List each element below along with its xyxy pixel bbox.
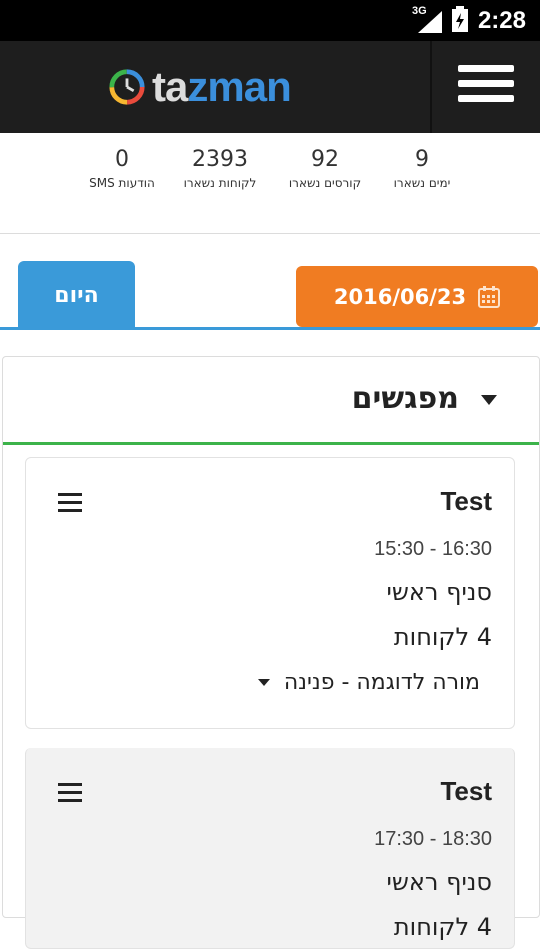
stat-sms-left: 0 הודעות SMS: [89, 147, 155, 190]
calendar-icon: [478, 285, 501, 308]
status-time: 2:28: [477, 6, 526, 34]
panel-header[interactable]: מפגשים: [3, 357, 539, 445]
stat-days-left: 9 ימים נשארו: [393, 147, 451, 190]
card-menu-icon[interactable]: [58, 783, 82, 807]
panel-title: מפגשים: [351, 381, 459, 416]
meeting-card[interactable]: Test 15:30 - 16:30 סניף ראשי 4 לקוחות מו…: [25, 457, 515, 729]
signal-icon: 3G: [412, 5, 442, 35]
date-value: 2016/06/23: [333, 284, 467, 309]
card-menu-icon[interactable]: [58, 493, 82, 517]
logo-text: tazman: [152, 63, 292, 110]
menu-icon[interactable]: [458, 65, 514, 109]
date-picker-button[interactable]: 2016/06/23: [296, 266, 538, 327]
teacher-dropdown[interactable]: מורה לדוגמה - פנינה: [257, 670, 480, 695]
status-bar: 3G 2:28: [0, 0, 540, 41]
meeting-time: 17:30 - 18:30: [374, 828, 492, 850]
app-bar: tazman: [0, 41, 540, 133]
tazman-logo: tazman: [108, 63, 292, 111]
divider: [430, 41, 432, 133]
meeting-clients: 4 לקוחות: [393, 913, 492, 941]
collapse-caret-icon[interactable]: [481, 395, 497, 405]
stats-bar: 9 ימים נשארו 92 קורסים נשארו 2393 לקוחות…: [0, 133, 540, 234]
today-button[interactable]: היום: [18, 261, 135, 329]
stat-courses-left: 92 קורסים נשארו: [288, 147, 362, 190]
meeting-branch: סניף ראשי: [386, 868, 493, 896]
clock-logo-icon: [109, 69, 145, 105]
meeting-title: Test: [440, 776, 492, 806]
teacher-name: מורה לדוגמה - פנינה: [283, 670, 480, 695]
dropdown-caret-icon: [257, 679, 270, 686]
battery-icon: [451, 5, 468, 36]
meeting-branch: סניף ראשי: [386, 578, 493, 606]
stat-clients-left: 2393 לקוחות נשארו: [183, 147, 257, 190]
meeting-time: 15:30 - 16:30: [374, 538, 492, 560]
meeting-card[interactable]: Test 17:30 - 18:30 סניף ראשי 4 לקוחות: [25, 748, 515, 949]
meeting-clients: 4 לקוחות: [393, 623, 492, 651]
meeting-title: Test: [440, 486, 492, 516]
